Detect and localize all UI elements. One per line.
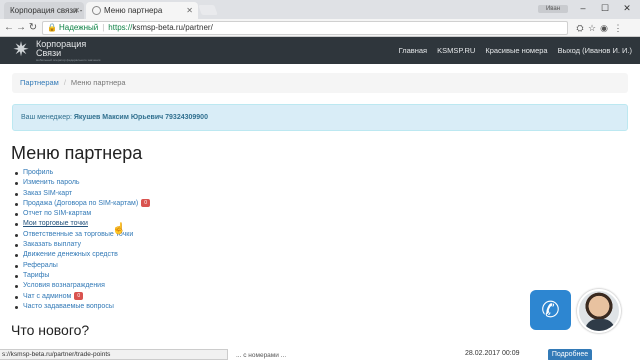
site-navbar: ✷ Корпорация Связи мобильный оператор фе…: [0, 37, 640, 64]
star-icon[interactable]: ☆: [586, 22, 598, 34]
page-title: Меню партнера: [11, 143, 143, 163]
browser-tab-active[interactable]: Меню партнера ✕: [86, 2, 198, 19]
breadcrumb-partners-link[interactable]: Партнерам: [20, 78, 59, 87]
logo-tagline: мобильный оператор федерального значения: [36, 58, 101, 62]
hand-cursor-icon: ☝: [112, 223, 126, 235]
nav-home-link[interactable]: Главная: [399, 46, 428, 55]
browser-status-url: s://ksmsp-beta.ru/partner/trade-points: [0, 349, 228, 360]
chat-count-badge: 0: [74, 291, 84, 300]
reload-icon[interactable]: ↻: [27, 21, 39, 35]
tab-title: Меню партнера: [104, 6, 163, 15]
close-tab-icon[interactable]: ✕: [73, 2, 80, 19]
more-button[interactable]: Подробнее: [548, 349, 592, 360]
menu-item-trade-points[interactable]: Мои торговые точки: [14, 219, 150, 229]
logo-text[interactable]: Корпорация Связи: [36, 40, 86, 58]
browser-tab-inactive[interactable]: Корпорация связи - ма ✕: [4, 2, 84, 19]
manager-prefix: Ваш менеджер:: [21, 114, 72, 121]
breadcrumb-current: Меню партнера: [70, 78, 126, 87]
menu-item-order-payout[interactable]: Заказать выплату: [14, 240, 150, 250]
sales-count-badge: 0: [141, 199, 151, 208]
phone-icon[interactable]: ✆: [530, 290, 571, 330]
profile-button[interactable]: Иван: [538, 5, 568, 13]
manager-alert: Ваш менеджер: Якушев Максим Юрьевич 7932…: [12, 104, 628, 131]
menu-item-order-sim[interactable]: Заказ SIM-карт: [14, 189, 150, 199]
close-tab-icon[interactable]: ✕: [186, 2, 193, 19]
menu-item-tariffs[interactable]: Тарифы: [14, 271, 150, 281]
lock-icon: 🔒: [47, 23, 57, 32]
menu-item-referrals[interactable]: Рефералы: [14, 261, 150, 271]
menu-item-sales[interactable]: Продажа (Договора по SIM-картам) 0: [14, 199, 151, 209]
new-tab-button[interactable]: [198, 5, 218, 15]
nav-logout-link[interactable]: Выход (Иванов И. И.): [558, 46, 632, 55]
browser-toolbar: ← → ↻ 🔒 Надежный | https://ksmsp-beta.ru/pa…: [0, 19, 640, 37]
menu-item-cash-flow[interactable]: Движение денежных средств: [14, 250, 150, 260]
nav-numbers-link[interactable]: Красивые номера: [485, 46, 547, 55]
menu-item-faq[interactable]: Часто задаваемые вопросы: [14, 302, 150, 312]
nav-ksmsp-link[interactable]: KSMSP.RU: [437, 46, 475, 55]
menu-item-admin-chat[interactable]: Чат с админом 0: [14, 291, 150, 302]
maximize-icon[interactable]: ☐: [594, 0, 616, 16]
menu-item-change-password[interactable]: Изменить пароль: [14, 178, 150, 188]
forward-arrow-icon[interactable]: →: [15, 21, 27, 35]
logo-star-icon[interactable]: ✷: [10, 39, 32, 61]
breadcrumb: Партнерам / Меню партнера: [12, 73, 628, 93]
url-path: ksmsp-beta.ru/partner/: [132, 23, 213, 32]
news-item-text: ... с номерами ...: [236, 352, 287, 359]
close-window-icon[interactable]: ✕: [616, 0, 638, 16]
partner-menu: Профиль Изменить пароль Заказ SIM-карт П…: [14, 168, 151, 312]
back-arrow-icon[interactable]: ←: [3, 21, 15, 35]
globe-icon: [92, 6, 101, 15]
menu-item-responsible[interactable]: Ответственные за торговые точки: [14, 230, 150, 240]
extension-icon[interactable]: ◉: [598, 22, 610, 34]
breadcrumb-separator: /: [63, 78, 66, 87]
manager-name: Якушев Максим Юрьевич 79324309900: [73, 114, 208, 121]
news-item-date: 28.02.2017 00:09: [465, 350, 520, 357]
secure-label: Надежный: [58, 23, 99, 32]
translate-icon[interactable]: ⛭: [574, 22, 586, 34]
news-heading: Что нового?: [11, 322, 90, 338]
avatar-body: [585, 319, 615, 331]
menu-dots-icon[interactable]: ⋮: [612, 22, 624, 34]
menu-item-profile[interactable]: Профиль: [14, 168, 150, 178]
menu-item-sim-report[interactable]: Отчет по SIM-картам: [14, 209, 150, 219]
consultant-avatar[interactable]: [577, 289, 621, 333]
browser-tab-strip: Корпорация связи - ма ✕ Меню партнера ✕ …: [0, 0, 640, 19]
nav-links: Главная KSMSP.RU Красивые номера Выход (…: [399, 37, 632, 64]
url-scheme: https://: [108, 23, 133, 32]
menu-item-reward-terms[interactable]: Условия вознаграждения: [14, 281, 150, 291]
address-bar[interactable]: 🔒 Надежный | https://ksmsp-beta.ru/partner/: [42, 21, 568, 35]
minimize-icon[interactable]: –: [572, 0, 594, 16]
